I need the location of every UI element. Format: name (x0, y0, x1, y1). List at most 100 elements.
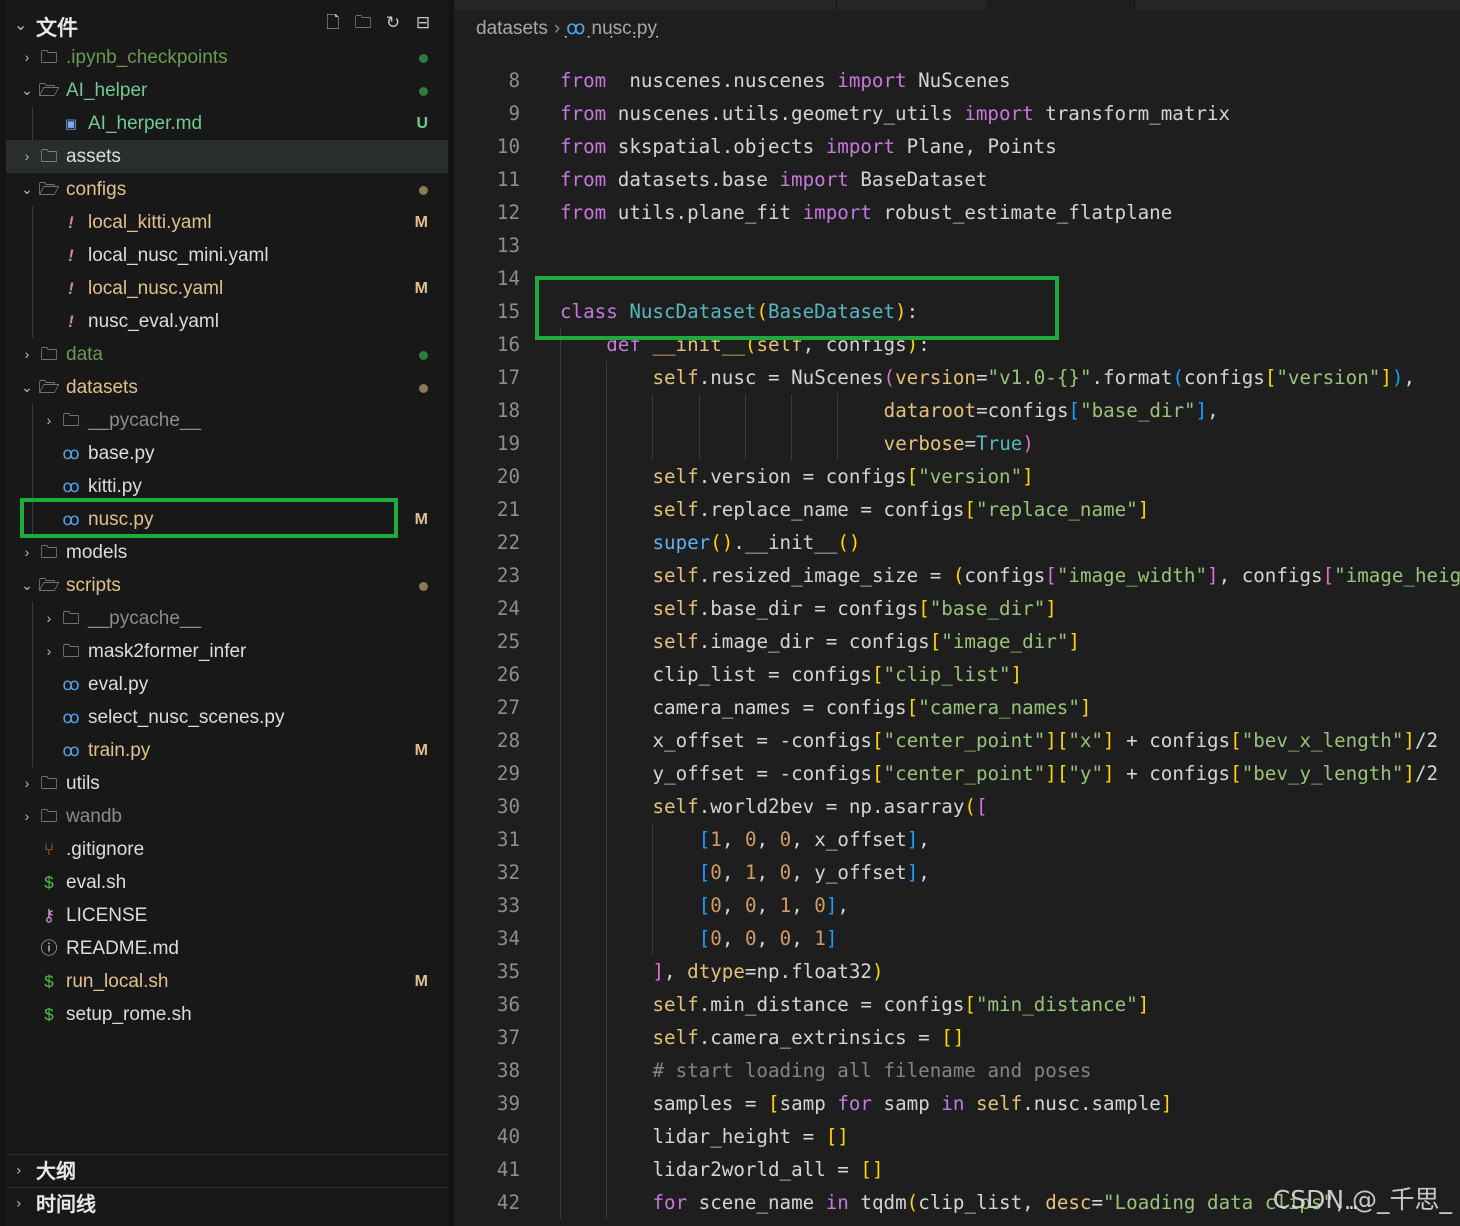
code-line[interactable]: 33 [0, 0, 1, 0], (454, 889, 1460, 922)
code-text: y_offset = -configs["center_point"]["y"]… (652, 757, 1438, 790)
tree-file[interactable]: ⚷ LICENSE (6, 899, 448, 932)
tab[interactable] (836, 0, 987, 10)
tree-folder[interactable]: › 🗀 models (6, 536, 448, 569)
code-line[interactable]: 29 y_offset = -configs["center_point"]["y… (454, 757, 1460, 790)
tree-folder[interactable]: ⌄ 🗁 AI_helper (6, 74, 448, 107)
tree-folder[interactable]: ⌄ 🗁 configs (6, 173, 448, 206)
code-token: , (1207, 399, 1219, 422)
code-line[interactable]: 10 from skspatial.objects import Plane, P… (454, 130, 1460, 163)
tree-file[interactable]: $ setup_rome.sh (6, 998, 448, 1031)
code-lines[interactable]: 8 from nuscenes.nuscenes import NuScenes 9… (454, 64, 1460, 1219)
chevron-down-icon[interactable]: ⌄ (14, 15, 27, 34)
tree-file[interactable]: $ run_local.sh M (6, 965, 448, 998)
tree-file[interactable]: $ eval.sh (6, 866, 448, 899)
breadcrumb-folder[interactable]: datasets (476, 18, 548, 39)
code-line[interactable]: 17 self.nusc = NuScenes(version="v1.0-{}"… (454, 361, 1460, 394)
code-line[interactable]: 35], dtype=np.float32) (454, 955, 1460, 988)
tree-file[interactable]: ꝏ train.py M (6, 734, 448, 767)
code-line[interactable]: 19 verbose=True) (454, 427, 1460, 460)
indent-guide (32, 437, 33, 470)
indent-guide (606, 691, 608, 724)
code-token: self (652, 630, 699, 653)
tree-file[interactable]: ! nusc_eval.yaml (6, 305, 448, 338)
code-line[interactable]: 26 clip_list = configs["clip_list"] (454, 658, 1460, 691)
tree-file[interactable]: ▣ AI_herper.md U (6, 107, 448, 140)
code-line[interactable]: 34 [0, 0, 0, 1] (454, 922, 1460, 955)
line-number: 25 (496, 630, 520, 653)
code-line[interactable]: 23 self.resized_image_size = (configs["im… (454, 559, 1460, 592)
code-line[interactable]: 32 [0, 1, 0, y_offset], (454, 856, 1460, 889)
code-token: [ (1230, 729, 1242, 752)
tree-folder[interactable]: › 🗀 data (6, 338, 448, 371)
new-folder-icon[interactable]: 🗀 (352, 12, 374, 34)
indent-guide (32, 239, 33, 272)
tree-item-label: utils (66, 773, 100, 794)
timeline-section[interactable]: › 时间线 (6, 1187, 448, 1221)
code-line[interactable]: 21 self.replace_name = configs["replace_n… (454, 493, 1460, 526)
code-line[interactable]: 24 self.base_dir = configs["base_dir"] (454, 592, 1460, 625)
chevron-down-icon: ⌄ (21, 181, 33, 197)
folder-icon: 🗀 (40, 147, 58, 166)
tree-file[interactable]: ! local_kitti.yaml M (6, 206, 448, 239)
code-token: "image_dir" (941, 630, 1069, 653)
chevron-right-icon: › (46, 412, 52, 428)
code-line[interactable]: 31 [1, 0, 0, x_offset], (454, 823, 1460, 856)
code-line[interactable]: 18 dataroot=configs["base_dir"], (454, 394, 1460, 427)
tree-folder[interactable]: › 🗀 .ipynb_checkpoints (6, 41, 448, 74)
code-line[interactable]: 27 camera_names = configs["camera_names"] (454, 691, 1460, 724)
tree-file[interactable]: ꝏ select_nusc_scenes.py (6, 701, 448, 734)
code-token: ] (1010, 663, 1023, 686)
tree-file[interactable]: ⑂ .gitignore (6, 833, 448, 866)
indent-guide (744, 394, 746, 427)
code-token: ( (952, 564, 965, 587)
tree-folder[interactable]: › 🗀 mask2former_infer (6, 635, 448, 668)
tree-folder[interactable]: › 🗀 assets (6, 140, 448, 173)
code-line[interactable]: 8 from nuscenes.nuscenes import NuScenes (454, 64, 1460, 97)
tree-item-label: mask2former_infer (88, 641, 247, 662)
code-token: "min_distance" (975, 993, 1138, 1016)
code-line[interactable]: 30 self.world2bev = np.asarray([ (454, 790, 1460, 823)
outline-section[interactable]: › 大纲 (6, 1154, 448, 1188)
code-line[interactable]: 12 from utils.plane_fit import robust_est… (454, 196, 1460, 229)
tree-file[interactable]: ! local_nusc.yaml M (6, 272, 448, 305)
code-line[interactable]: 37 self.camera_extrinsics = [] (454, 1021, 1460, 1054)
tree-file[interactable]: ⓘ README.md (6, 932, 448, 965)
tree-file[interactable]: ! local_nusc_mini.yaml (6, 239, 448, 272)
code-token: configs (1183, 366, 1265, 389)
tree-item-label: scripts (66, 575, 121, 596)
tree-folder[interactable]: ⌄ 🗁 datasets (6, 371, 448, 404)
code-line[interactable]: 13 (454, 229, 1460, 262)
info-icon: ⓘ (40, 939, 58, 958)
code-line[interactable]: 40 lidar_height = [] (454, 1120, 1460, 1153)
code-token: [] (860, 1158, 884, 1181)
tab[interactable] (1134, 0, 1460, 10)
code-token: .format (1091, 366, 1173, 389)
indent-guide (560, 1054, 561, 1087)
code-line[interactable]: 36 self.min_distance = configs["min_dista… (454, 988, 1460, 1021)
indent-guide (560, 955, 561, 988)
folder-open-icon: 🗁 (38, 378, 60, 397)
code-line[interactable]: 38 # start loading all filename and poses (454, 1054, 1460, 1087)
refresh-icon[interactable]: ↻ (382, 12, 404, 34)
tree-file[interactable]: ꝏ base.py (6, 437, 448, 470)
tree-folder[interactable]: › 🗀 utils (6, 767, 448, 800)
tree-folder[interactable]: ⌄ 🗁 scripts (6, 569, 448, 602)
code-line[interactable]: 20 self.version = configs["version"] (454, 460, 1460, 493)
code-line[interactable]: 22 super().__init__() (454, 526, 1460, 559)
code-line[interactable]: 39 samples = [samp for samp in self.nusc.… (454, 1087, 1460, 1120)
tab[interactable] (454, 0, 837, 10)
new-file-icon[interactable]: 🗋 (322, 12, 344, 34)
code-line[interactable]: 28 x_offset = -configs["center_point"]["x… (454, 724, 1460, 757)
tree-folder[interactable]: › 🗀 wandb (6, 800, 448, 833)
code-line[interactable]: 11 from datasets.base import BaseDataset (454, 163, 1460, 196)
code-line[interactable]: 9 from nuscenes.utils.geometry_utils impo… (454, 97, 1460, 130)
tab-active[interactable] (986, 0, 1135, 10)
code-line[interactable]: 25 self.image_dir = configs["image_dir"] (454, 625, 1460, 658)
tree-folder[interactable]: › 🗀 __pycache__ (6, 404, 448, 437)
indent-guide (560, 427, 561, 460)
collapse-all-icon[interactable]: ⊟ (412, 12, 434, 34)
code-token: for (652, 1191, 688, 1214)
code-token: self (652, 993, 699, 1016)
tree-file[interactable]: ꝏ eval.py (6, 668, 448, 701)
tree-folder[interactable]: › 🗀 __pycache__ (6, 602, 448, 635)
